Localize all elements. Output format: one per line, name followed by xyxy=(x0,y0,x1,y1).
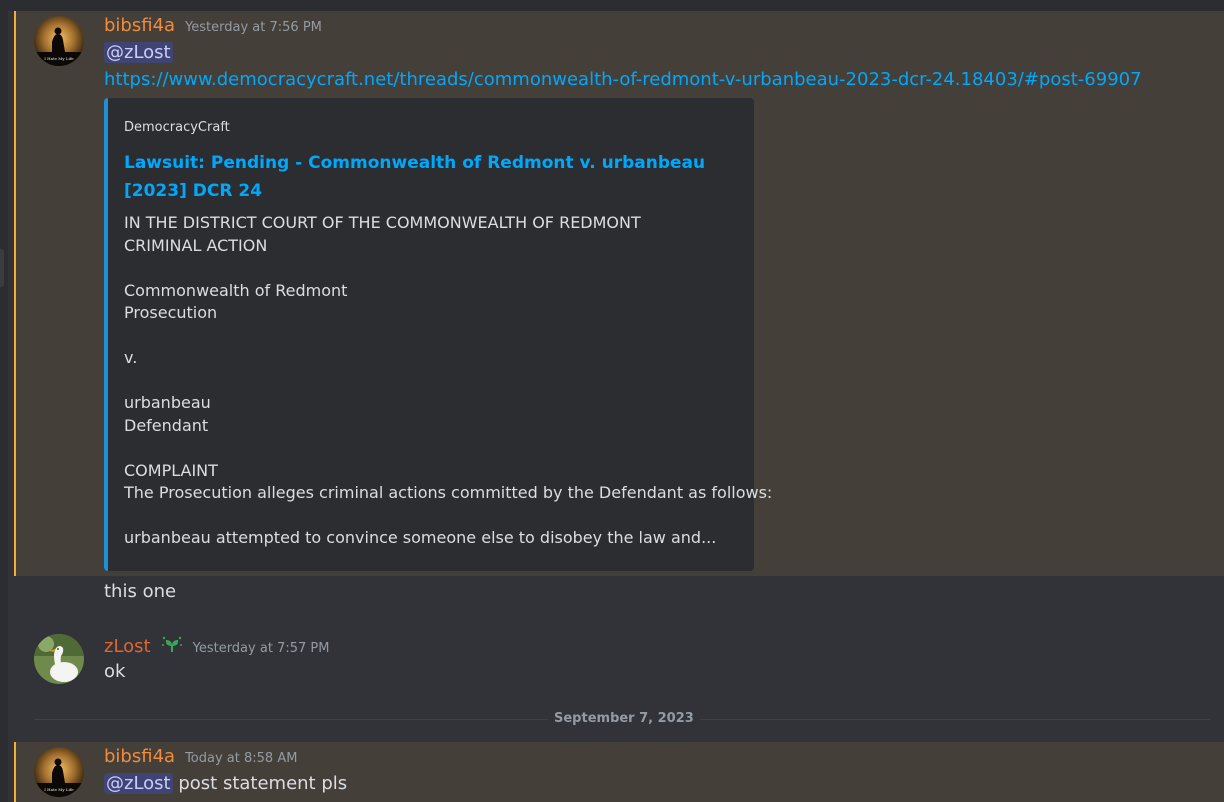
embed-line: Defendant xyxy=(124,416,209,435)
embed-line: Prosecution xyxy=(124,303,218,322)
avatar-goose-icon xyxy=(34,634,84,684)
embed-provider[interactable]: DemocracyCraft xyxy=(124,120,230,135)
message-bibsfi4a-2: I Hate My Life bibsfi4a Today at 8:58 AM… xyxy=(14,742,1224,802)
username[interactable]: zLost xyxy=(104,636,151,657)
message-text: post statement pls xyxy=(178,773,348,794)
avatar[interactable]: I Hate My Life xyxy=(34,747,84,797)
sprout-badge-icon[interactable] xyxy=(161,636,183,654)
thread-link[interactable]: https://www.democracycraft.net/threads/c… xyxy=(104,69,1142,90)
embed-line: The Prosecution alleges criminal actions… xyxy=(124,483,773,502)
date-divider-label: September 7, 2023 xyxy=(548,711,700,726)
message-bibsfi4a-1: I Hate My Life bibsfi4a Yesterday at 7:5… xyxy=(14,11,1224,576)
avatar-silhouette-icon: I Hate My Life xyxy=(34,747,84,797)
timestamp[interactable]: Yesterday at 7:57 PM xyxy=(193,641,330,656)
embed-line: COMPLAINT xyxy=(124,461,218,480)
embed-line: v. xyxy=(124,348,138,367)
avatar[interactable] xyxy=(34,634,84,684)
message-zlost: zLost Yesterday at 7:57 PM ok xyxy=(14,628,1224,698)
top-strip xyxy=(0,0,1224,11)
embed-title[interactable]: Lawsuit: Pending - Commonwealth of Redmo… xyxy=(124,149,734,205)
svg-text:I Hate My Life: I Hate My Life xyxy=(44,56,74,61)
embed-line: urbanbeau xyxy=(124,393,211,412)
avatar[interactable]: I Hate My Life xyxy=(34,16,84,66)
link-embed: DemocracyCraft Lawsuit: Pending - Common… xyxy=(104,98,773,571)
message-text: this one xyxy=(104,581,177,602)
scroll-handle[interactable] xyxy=(0,249,4,287)
embed-line: urbanbeau attempted to convince someone … xyxy=(124,528,717,547)
user-mention[interactable]: @zLost xyxy=(104,773,173,794)
username[interactable]: bibsfi4a xyxy=(104,15,175,36)
message-bibsfi4a-followup: this one xyxy=(14,576,1224,616)
message-text: ok xyxy=(104,661,126,682)
chat-area: I Hate My Life bibsfi4a Yesterday at 7:5… xyxy=(0,0,1224,802)
avatar-silhouette-icon: I Hate My Life xyxy=(34,16,84,66)
username[interactable]: bibsfi4a xyxy=(104,746,175,767)
timestamp[interactable]: Yesterday at 7:56 PM xyxy=(185,20,322,35)
svg-text:I Hate My Life: I Hate My Life xyxy=(44,787,74,792)
embed-line: Commonwealth of Redmont xyxy=(124,281,348,300)
embed-line: CRIMINAL ACTION xyxy=(124,236,268,255)
embed-line: IN THE DISTRICT COURT OF THE COMMONWEALT… xyxy=(124,213,641,232)
user-mention[interactable]: @zLost xyxy=(104,42,173,63)
left-gutter xyxy=(0,0,8,802)
timestamp[interactable]: Today at 8:58 AM xyxy=(185,751,297,766)
